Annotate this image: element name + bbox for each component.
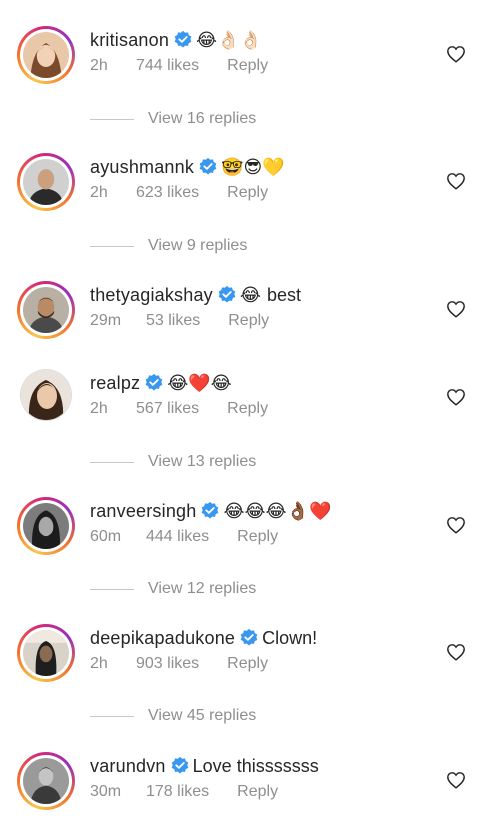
comment-emoji: 😂❤️😂 (167, 372, 232, 393)
verified-badge-icon (199, 157, 217, 175)
username-link[interactable]: deepikapadukone (90, 628, 235, 649)
username-link[interactable]: kritisanon (90, 30, 169, 51)
likes-count-link[interactable]: 444 likes (146, 528, 209, 546)
comment-item: ayushmannk 🤓😎💛 2h 623 likes Reply (0, 153, 480, 233)
profile-photo-icon (23, 287, 69, 333)
heart-outline-icon[interactable] (446, 300, 466, 318)
comment-emoji: 😂 (239, 284, 261, 305)
avatar[interactable] (17, 153, 75, 211)
profile-photo-icon (23, 758, 69, 804)
reply-button[interactable]: Reply (227, 400, 268, 418)
comment-text: Clown! (262, 627, 318, 648)
verified-badge-icon (202, 501, 219, 519)
profile-photo-icon (21, 370, 71, 420)
heart-outline-icon[interactable] (446, 388, 466, 406)
profile-photo-icon (23, 630, 69, 676)
divider-line (90, 588, 134, 590)
reply-button[interactable]: Reply (227, 57, 268, 75)
username-link[interactable]: ranveersingh (90, 501, 196, 522)
verified-badge-icon (240, 628, 258, 646)
view-replies-label: View 13 replies (148, 453, 257, 470)
comment-text: best (266, 284, 301, 305)
avatar[interactable] (17, 26, 75, 84)
view-replies-button[interactable]: View 12 replies (90, 579, 256, 599)
comment-timestamp: 29m (90, 312, 122, 329)
avatar[interactable] (17, 752, 75, 810)
avatar[interactable] (17, 281, 75, 339)
avatar[interactable] (20, 369, 72, 421)
likes-count-link[interactable]: 623 likes (136, 184, 199, 202)
reply-button[interactable]: Reply (227, 184, 268, 202)
divider-line (90, 245, 134, 247)
avatar[interactable] (17, 497, 75, 555)
comment-timestamp: 30m (90, 783, 122, 800)
verified-badge-icon (218, 285, 236, 303)
username-link[interactable]: thetyagiakshay (90, 285, 213, 306)
username-link[interactable]: ayushmannk (90, 157, 194, 178)
verified-badge-icon (145, 373, 163, 391)
heart-outline-icon[interactable] (446, 643, 466, 661)
divider-line (90, 118, 134, 120)
divider-line (90, 715, 134, 717)
profile-photo-icon (23, 32, 69, 78)
username-link[interactable]: varundvn (90, 756, 166, 777)
comment-item: ranveersingh 😂😂😂👌🏾❤️ 60m 444 likes Reply (0, 497, 480, 577)
divider-line (90, 461, 134, 463)
view-replies-button[interactable]: View 16 replies (90, 109, 256, 129)
view-replies-label: View 16 replies (148, 110, 257, 127)
comment-timestamp: 2h (90, 57, 108, 74)
comment-emoji: 🤓😎💛 (221, 156, 285, 177)
view-replies-button[interactable]: View 45 replies (90, 706, 256, 726)
comment-timestamp: 60m (90, 528, 122, 545)
likes-count-link[interactable]: 567 likes (136, 400, 199, 418)
username-link[interactable]: realpz (90, 373, 140, 394)
comment-emoji: 😂😂😂👌🏾❤️ (223, 500, 332, 521)
comment-emoji: 😂👌🏻👌🏻 (196, 29, 262, 50)
heart-outline-icon[interactable] (446, 771, 466, 789)
comment-item: thetyagiakshay 😂 best 29m 53 likes Reply (0, 281, 480, 361)
view-replies-label: View 45 replies (148, 707, 257, 724)
verified-badge-icon (174, 30, 192, 48)
view-replies-button[interactable]: View 9 replies (90, 236, 247, 256)
reply-button[interactable]: Reply (228, 312, 269, 330)
profile-photo-icon (23, 159, 69, 205)
reply-button[interactable]: Reply (227, 655, 268, 673)
reply-button[interactable]: Reply (237, 783, 278, 801)
likes-count-link[interactable]: 178 likes (146, 783, 209, 801)
comment-item: realpz 😂❤️😂 2h 567 likes Reply (0, 369, 480, 449)
heart-outline-icon[interactable] (446, 172, 466, 190)
comment-timestamp: 2h (90, 655, 108, 672)
comment-timestamp: 2h (90, 184, 108, 201)
likes-count-link[interactable]: 53 likes (146, 312, 200, 330)
comment-item: deepikapadukone Clown! 2h 903 likes Repl… (0, 624, 480, 704)
likes-count-link[interactable]: 744 likes (136, 57, 199, 75)
view-replies-label: View 12 replies (148, 580, 257, 597)
view-replies-button[interactable]: View 13 replies (90, 452, 256, 472)
heart-outline-icon[interactable] (446, 45, 466, 63)
avatar[interactable] (17, 624, 75, 682)
likes-count-link[interactable]: 903 likes (136, 655, 199, 673)
comment-text: Love thisssssss (192, 755, 319, 776)
comment-timestamp: 2h (90, 400, 108, 417)
reply-button[interactable]: Reply (237, 528, 278, 546)
view-replies-label: View 9 replies (148, 237, 248, 254)
profile-photo-icon (23, 503, 69, 549)
comment-item: kritisanon 😂👌🏻👌🏻 2h 744 likes Reply (0, 26, 480, 106)
verified-badge-icon (171, 756, 188, 774)
heart-outline-icon[interactable] (446, 516, 466, 534)
comment-item: varundvn Love thisssssss 30m 178 likes R… (0, 752, 480, 832)
